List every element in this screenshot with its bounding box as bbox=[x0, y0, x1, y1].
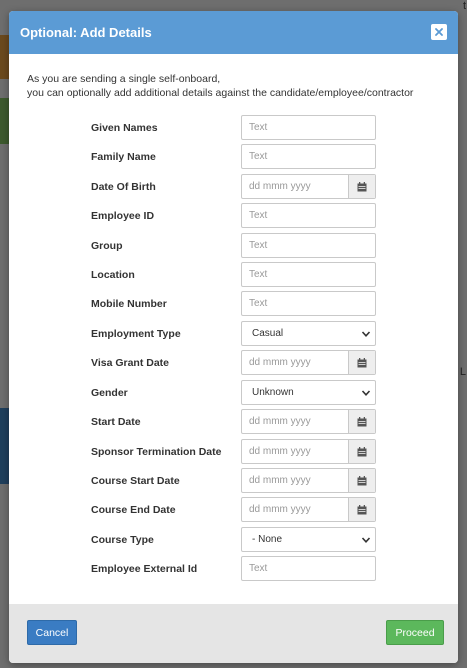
background-text-fragment: L bbox=[459, 366, 466, 378]
gender-value: Unknown bbox=[252, 387, 294, 398]
course-end-date-calendar-button[interactable] bbox=[348, 498, 375, 521]
employee-external-id-input[interactable]: Text bbox=[241, 556, 376, 581]
course-start-date-input[interactable]: dd mmm yyyy bbox=[242, 469, 348, 492]
date-of-birth-calendar-button[interactable] bbox=[348, 175, 375, 198]
gender-select[interactable]: Unknown bbox=[241, 380, 376, 405]
intro-line-1: As you are sending a single self-onboard… bbox=[27, 73, 221, 85]
course-end-date-label: Course End Date bbox=[91, 504, 176, 516]
row-given-names: Given Names Text bbox=[9, 115, 458, 140]
date-of-birth-label: Date Of Birth bbox=[91, 181, 156, 193]
row-course-type: Course Type - None bbox=[9, 527, 458, 552]
background-text-fragment: t bbox=[462, 0, 466, 12]
chevron-down-icon bbox=[361, 331, 371, 337]
modal-header: Optional: Add Details bbox=[9, 11, 458, 54]
course-type-value: - None bbox=[252, 534, 283, 545]
start-date-calendar-button[interactable] bbox=[348, 410, 375, 433]
course-start-date-label: Course Start Date bbox=[91, 475, 180, 487]
sponsor-termination-date-calendar-button[interactable] bbox=[348, 440, 375, 463]
modal-title: Optional: Add Details bbox=[20, 25, 152, 40]
family-name-input[interactable]: Text bbox=[241, 144, 376, 169]
calendar-icon bbox=[357, 446, 367, 456]
location-input[interactable]: Text bbox=[241, 262, 376, 287]
close-icon bbox=[435, 28, 443, 36]
visa-grant-date-label: Visa Grant Date bbox=[91, 357, 170, 369]
family-name-label: Family Name bbox=[91, 151, 156, 163]
course-end-date-input[interactable]: dd mmm yyyy bbox=[242, 498, 348, 521]
employment-type-label: Employment Type bbox=[91, 328, 181, 340]
start-date-label: Start Date bbox=[91, 416, 141, 428]
modal-footer: Cancel Proceed bbox=[9, 604, 458, 663]
sponsor-termination-date-label: Sponsor Termination Date bbox=[91, 446, 222, 458]
given-names-label: Given Names bbox=[91, 122, 158, 134]
employment-type-value: Casual bbox=[252, 328, 284, 339]
employee-id-label: Employee ID bbox=[91, 210, 155, 222]
row-course-end-date: Course End Date dd mmm yyyy bbox=[9, 497, 458, 522]
intro-text: As you are sending a single self-onboard… bbox=[27, 72, 413, 100]
given-names-input[interactable]: Text bbox=[241, 115, 376, 140]
row-employee-id: Employee ID Text bbox=[9, 203, 458, 228]
gender-label: Gender bbox=[91, 387, 128, 399]
intro-line-2: you can optionally add additional detail… bbox=[27, 87, 414, 99]
start-date-input[interactable]: dd mmm yyyy bbox=[242, 410, 348, 433]
date-of-birth-field: dd mmm yyyy bbox=[241, 174, 376, 199]
course-start-date-calendar-button[interactable] bbox=[348, 469, 375, 492]
employee-external-id-label: Employee External Id bbox=[91, 563, 198, 575]
group-label: Group bbox=[91, 240, 123, 252]
proceed-button[interactable]: Proceed bbox=[386, 620, 444, 645]
calendar-icon bbox=[357, 504, 367, 514]
employment-type-select[interactable]: Casual bbox=[241, 321, 376, 346]
cancel-button[interactable]: Cancel bbox=[27, 620, 77, 645]
group-input[interactable]: Text bbox=[241, 233, 376, 258]
row-course-start-date: Course Start Date dd mmm yyyy bbox=[9, 468, 458, 493]
employee-id-input[interactable]: Text bbox=[241, 203, 376, 228]
chevron-down-icon bbox=[361, 390, 371, 396]
date-of-birth-input[interactable]: dd mmm yyyy bbox=[242, 175, 348, 198]
course-end-date-field: dd mmm yyyy bbox=[241, 497, 376, 522]
calendar-icon bbox=[357, 475, 367, 485]
calendar-icon bbox=[357, 181, 367, 191]
mobile-number-label: Mobile Number bbox=[91, 298, 167, 310]
row-start-date: Start Date dd mmm yyyy bbox=[9, 409, 458, 434]
row-mobile-number: Mobile Number Text bbox=[9, 291, 458, 316]
row-employee-external-id: Employee External Id Text bbox=[9, 556, 458, 581]
location-label: Location bbox=[91, 269, 135, 281]
row-sponsor-termination-date: Sponsor Termination Date dd mmm yyyy bbox=[9, 439, 458, 464]
visa-grant-date-input[interactable]: dd mmm yyyy bbox=[242, 351, 348, 374]
chevron-down-icon bbox=[361, 537, 371, 543]
row-visa-grant-date: Visa Grant Date dd mmm yyyy bbox=[9, 350, 458, 375]
visa-grant-date-calendar-button[interactable] bbox=[348, 351, 375, 374]
row-location: Location Text bbox=[9, 262, 458, 287]
add-details-modal: Optional: Add Details As you are sending… bbox=[9, 11, 458, 663]
row-group: Group Text bbox=[9, 233, 458, 258]
row-employment-type: Employment Type Casual bbox=[9, 321, 458, 346]
mobile-number-input[interactable]: Text bbox=[241, 291, 376, 316]
course-start-date-field: dd mmm yyyy bbox=[241, 468, 376, 493]
start-date-field: dd mmm yyyy bbox=[241, 409, 376, 434]
sponsor-termination-date-input[interactable]: dd mmm yyyy bbox=[242, 440, 348, 463]
background-panel-green bbox=[0, 98, 9, 144]
visa-grant-date-field: dd mmm yyyy bbox=[241, 350, 376, 375]
calendar-icon bbox=[357, 357, 367, 367]
course-type-select[interactable]: - None bbox=[241, 527, 376, 552]
close-button[interactable] bbox=[431, 24, 447, 40]
row-gender: Gender Unknown bbox=[9, 380, 458, 405]
background-panel-orange bbox=[0, 35, 9, 79]
calendar-icon bbox=[357, 416, 367, 426]
sponsor-termination-date-field: dd mmm yyyy bbox=[241, 439, 376, 464]
course-type-label: Course Type bbox=[91, 534, 154, 546]
row-date-of-birth: Date Of Birth dd mmm yyyy bbox=[9, 174, 458, 199]
row-family-name: Family Name Text bbox=[9, 144, 458, 169]
background-panel-blue bbox=[0, 408, 9, 484]
